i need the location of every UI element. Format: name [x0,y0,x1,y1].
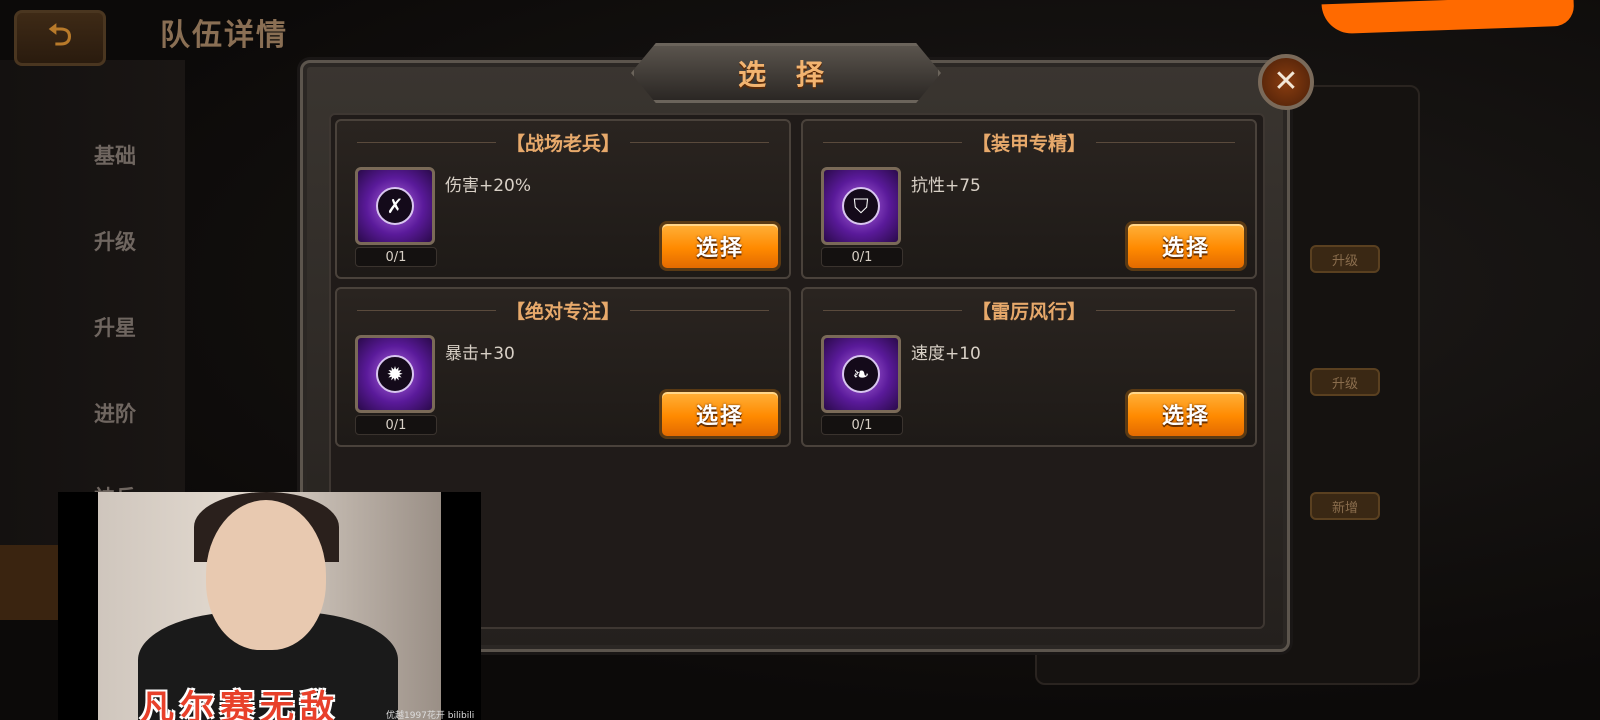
bg-upgrade-button[interactable]: 升级 [1310,245,1380,273]
watermark: 优越1997花开 bilibili [386,711,475,720]
shield-icon: ⛉ [821,167,901,245]
skill-description: 抗性+75 [911,176,981,196]
skill-card: 【雷厉风行】 ❧ 0/1 速度+10 选择 [801,287,1257,447]
back-arrow-icon: ⮌ [47,17,73,53]
bg-upgrade-button[interactable]: 升级 [1310,368,1380,396]
select-button[interactable]: 选择 [659,389,781,439]
skill-title: 【装甲专精】 [972,133,1087,155]
skill-title: 【战场老兵】 [506,133,621,155]
skill-title: 【雷厉风行】 [972,301,1087,323]
skill-count: 0/1 [821,415,903,435]
skill-count: 0/1 [821,247,903,267]
close-button[interactable]: ✕ [1258,54,1314,110]
select-button[interactable]: 选择 [659,221,781,271]
skill-count: 0/1 [355,247,437,267]
select-button[interactable]: 选择 [1125,389,1247,439]
sidebar-item-advance[interactable]: 进阶 [94,398,136,428]
skill-description: 速度+10 [911,344,981,364]
bg-add-button[interactable]: 新增 [1310,492,1380,520]
skill-title: 【绝对专注】 [506,301,621,323]
sidebar-item-basic[interactable]: 基础 [94,140,136,170]
burst-icon: ✹ [355,335,435,413]
skill-card: 【装甲专精】 ⛉ 0/1 抗性+75 选择 [801,119,1257,279]
sidebar-item-star[interactable]: 升星 [94,312,136,342]
modal-title: 选 择 [738,58,834,91]
page-title: 队伍详情 [160,18,288,53]
sidebar-item-upgrade[interactable]: 升级 [94,226,136,256]
skill-description: 伤害+20% [445,176,532,196]
close-icon: ✕ [1273,64,1299,99]
skill-description: 暴击+30 [445,344,515,364]
wind-icon: ❧ [821,335,901,413]
webcam-caption: 凡尔赛无敌 [140,688,340,720]
skill-count: 0/1 [355,415,437,435]
sword-icon: ✗ [355,167,435,245]
back-button[interactable]: ⮌ [14,10,106,66]
skill-card: 【战场老兵】 ✗ 0/1 伤害+20% 选择 [335,119,791,279]
modal-header: 选 择 [631,43,941,103]
select-button[interactable]: 选择 [1125,221,1247,271]
sidebar-active-bar [0,545,60,620]
skill-card: 【绝对专注】 ✹ 0/1 暴击+30 选择 [335,287,791,447]
